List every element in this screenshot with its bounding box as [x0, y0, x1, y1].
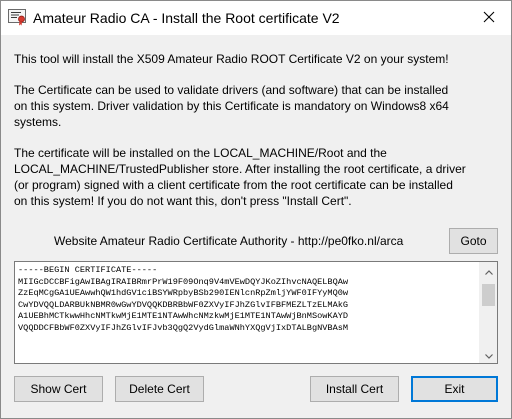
vertical-scrollbar[interactable]	[479, 262, 497, 363]
exit-button[interactable]: Exit	[411, 376, 498, 402]
install-cert-button[interactable]: Install Cert	[310, 376, 399, 402]
goto-button[interactable]: Goto	[449, 228, 498, 254]
cert-line: MIIGcDCCBFigAwIBAgIRAIBRmrPrW19F09Onq9V4…	[18, 276, 349, 287]
cert-line: CwYDVQQLDARBUkNBMR0wGwYDVQQKDBRBbWF0ZXVy…	[18, 299, 349, 310]
intro-text: This tool will install the X509 Amateur …	[14, 52, 449, 66]
store-info-text: The certificate will be installed on the…	[14, 146, 466, 208]
cert-line: VQQDDCFBbWF0ZXVyIFJhZGlvIFJvb3QgQ2VydGlm…	[18, 322, 349, 333]
window-title: Amateur Radio CA - Install the Root cert…	[33, 10, 340, 26]
certificate-text[interactable]: -----BEGIN CERTIFICATE----- MIIGcDCCBFigA…	[18, 265, 474, 361]
scroll-down-button[interactable]	[480, 346, 497, 363]
delete-cert-button[interactable]: Delete Cert	[115, 376, 204, 402]
website-label: Website Amateur Radio Certificate Author…	[54, 234, 404, 248]
install-root-certificate-dialog: Amateur Radio CA - Install the Root cert…	[0, 0, 512, 419]
title-bar[interactable]: Amateur Radio CA - Install the Root cert…	[1, 1, 511, 35]
cert-line: -----BEGIN CERTIFICATE-----	[18, 265, 158, 275]
chevron-up-icon	[484, 264, 493, 278]
cert-line: ZzEqMCgGA1UEAwwhQW1hdGV1ciBSYWRpbyBSb290…	[18, 288, 349, 298]
scroll-up-button[interactable]	[480, 262, 497, 279]
scroll-thumb[interactable]	[482, 284, 495, 306]
validation-text: The Certificate can be used to validate …	[14, 83, 449, 129]
close-icon	[483, 11, 495, 23]
close-button[interactable]	[467, 1, 511, 33]
certificate-icon	[8, 8, 26, 26]
cert-line: A1UEBhMCTkwwHhcNMTkwMjE1MTE1NTAwWhcNMzkw…	[18, 311, 349, 321]
chevron-down-icon	[484, 348, 493, 362]
certificate-textbox[interactable]: -----BEGIN CERTIFICATE----- MIIGcDCCBFigA…	[14, 261, 498, 364]
show-cert-button[interactable]: Show Cert	[14, 376, 103, 402]
